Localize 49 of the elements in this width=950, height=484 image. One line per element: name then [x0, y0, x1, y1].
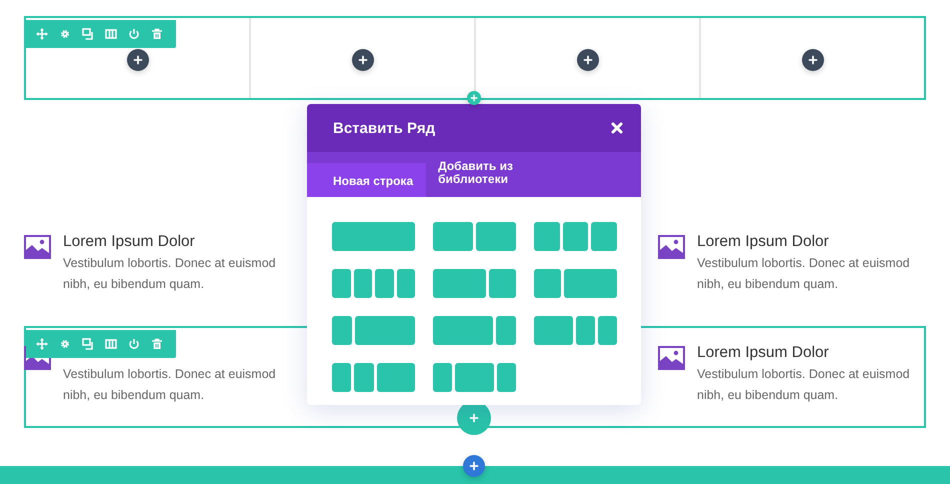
- move-icon[interactable]: [36, 338, 48, 350]
- tab[interactable]: Новая строка: [307, 163, 426, 197]
- plus-icon: [582, 55, 592, 65]
- settings-icon[interactable]: [59, 338, 71, 350]
- close-button[interactable]: [611, 122, 623, 134]
- duplicate-icon[interactable]: [82, 28, 94, 40]
- column-layout-option[interactable]: [433, 269, 516, 298]
- plus-icon: [469, 413, 479, 423]
- image-icon: [24, 235, 51, 259]
- blurb-title: Lorem Ipsum Dolor: [63, 232, 196, 252]
- plus-icon: [469, 461, 479, 471]
- trash-icon[interactable]: [151, 28, 163, 40]
- add-module-button[interactable]: [352, 49, 374, 71]
- blurb-title: Lorem Ipsum Dolor: [697, 232, 830, 252]
- column-layout-option[interactable]: [332, 269, 415, 298]
- columns-icon[interactable]: [105, 338, 117, 350]
- add-row-button[interactable]: [467, 91, 481, 105]
- column-layout-option[interactable]: [534, 222, 617, 251]
- add-module-button[interactable]: [126, 49, 148, 71]
- settings-icon[interactable]: [59, 28, 71, 40]
- plus-icon: [470, 94, 478, 102]
- blurb-text: Vestibulum lobortis. Donec at euismod nibh, eu bibendum quam.: [63, 366, 277, 404]
- plus-icon: [358, 55, 368, 65]
- column-layout-option[interactable]: [433, 222, 516, 251]
- blurb-title: Lorem Ipsum Dolor: [697, 343, 830, 363]
- columns-icon[interactable]: [105, 28, 117, 40]
- add-section-button[interactable]: [463, 455, 485, 477]
- column-layout-option[interactable]: [332, 363, 415, 392]
- duplicate-icon[interactable]: [82, 338, 94, 350]
- column-layout-option[interactable]: [534, 269, 617, 298]
- plus-icon: [132, 55, 142, 65]
- move-icon[interactable]: [36, 28, 48, 40]
- column-layout-option[interactable]: [534, 316, 617, 345]
- blurb-text: Vestibulum lobortis. Donec at euismod nibh, eu bibendum quam.: [697, 255, 911, 293]
- image-icon: [658, 346, 685, 370]
- dialog-title: Вставить Ряд: [333, 120, 436, 136]
- column-layout-option[interactable]: [433, 363, 516, 392]
- column-layout-option[interactable]: [433, 316, 516, 345]
- trash-icon[interactable]: [151, 338, 163, 350]
- add-module-button[interactable]: [802, 49, 824, 71]
- blurb-text: Vestibulum lobortis. Donec at euismod nibh, eu bibendum quam.: [63, 255, 277, 293]
- tab[interactable]: Добавить из библиотеки: [426, 152, 532, 197]
- power-icon[interactable]: [128, 338, 140, 350]
- image-icon: [658, 235, 685, 259]
- blurb-text: Vestibulum lobortis. Donec at euismod nibh, eu bibendum quam.: [697, 366, 911, 404]
- power-icon[interactable]: [128, 28, 140, 40]
- column-layout-option[interactable]: [332, 316, 415, 345]
- plus-icon: [808, 55, 818, 65]
- add-module-button[interactable]: [576, 49, 598, 71]
